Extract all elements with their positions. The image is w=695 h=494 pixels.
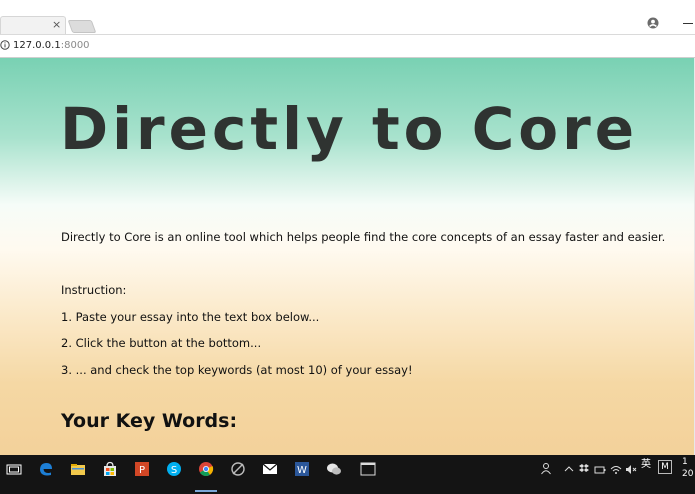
ime-mode-indicator[interactable]: M: [658, 460, 672, 474]
active-app-indicator: [195, 490, 217, 492]
svg-text:S: S: [171, 465, 177, 476]
powerpoint-icon[interactable]: P: [134, 461, 150, 477]
keywords-heading: Your Key Words:: [61, 410, 238, 432]
volume-muted-icon[interactable]: [625, 461, 637, 477]
svg-text:W: W: [297, 465, 307, 476]
profile-icon[interactable]: [647, 17, 659, 29]
page-description: Directly to Core is an online tool which…: [61, 230, 666, 244]
app-icon[interactable]: [230, 461, 246, 477]
page-title: Directly to Core: [60, 95, 639, 163]
chevron-up-icon[interactable]: [564, 461, 574, 477]
ime-indicator[interactable]: 英: [641, 459, 651, 471]
wifi-icon[interactable]: [610, 461, 622, 477]
skype-icon[interactable]: S: [166, 461, 182, 477]
file-explorer-icon[interactable]: [70, 461, 86, 477]
people-icon[interactable]: [540, 461, 556, 477]
new-tab-icon[interactable]: [67, 20, 97, 33]
clock-line-1: 1 20: [682, 457, 694, 479]
battery-icon[interactable]: [594, 461, 606, 477]
url-port: :8000: [60, 40, 90, 51]
close-icon[interactable]: ×: [52, 17, 61, 33]
clock[interactable]: 1 20: [682, 456, 693, 480]
store-icon[interactable]: [102, 461, 118, 477]
browser-tab-strip: ×: [0, 0, 695, 35]
chrome-icon[interactable]: [198, 461, 214, 477]
edge-icon[interactable]: [38, 461, 54, 477]
instruction-step-3: 3. ... and check the top keywords (at mo…: [61, 363, 413, 377]
instruction-step-1: 1. Paste your essay into the text box be…: [61, 310, 320, 324]
minimize-icon[interactable]: [683, 23, 693, 24]
terminal-icon[interactable]: [360, 461, 376, 477]
taskbar: P S W 英 M 1 20: [0, 455, 695, 494]
dropbox-icon[interactable]: [578, 461, 590, 477]
wechat-icon[interactable]: [326, 461, 342, 477]
url-host: 127.0.0.1: [13, 40, 61, 51]
task-view-icon[interactable]: [6, 461, 22, 477]
page-viewport: Directly to Core Directly to Core is an …: [0, 58, 695, 455]
svg-text:P: P: [139, 465, 145, 476]
mail-icon[interactable]: [262, 461, 278, 477]
instruction-label: Instruction:: [61, 283, 127, 297]
info-icon[interactable]: [0, 40, 10, 50]
instruction-step-2: 2. Click the button at the bottom...: [61, 336, 262, 350]
word-icon[interactable]: W: [294, 461, 310, 477]
address-bar[interactable]: 127.0.0.1:8000: [0, 34, 695, 58]
url-text[interactable]: 127.0.0.1:8000: [13, 39, 90, 52]
